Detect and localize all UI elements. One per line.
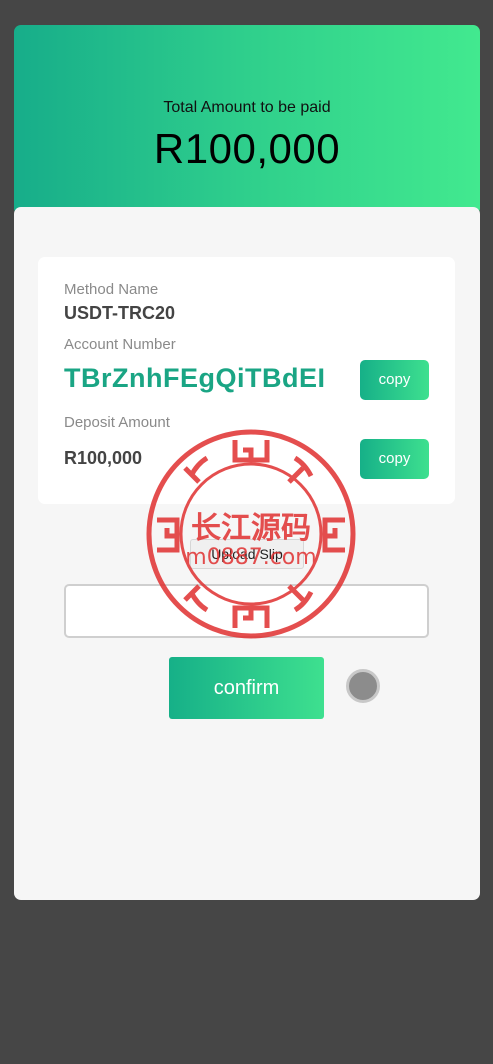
- account-number-label: Account Number: [64, 336, 176, 353]
- deposit-amount-value: R100,000: [64, 448, 143, 468]
- payment-panel: Method Name USDT-TRC20 Account Number TB…: [14, 207, 480, 900]
- payment-info-card: Method Name USDT-TRC20 Account Number TB…: [38, 257, 455, 504]
- status-indicator: [346, 669, 380, 703]
- slip-input-field[interactable]: [64, 584, 429, 638]
- method-name-label: Method Name: [64, 281, 159, 298]
- total-amount-card: Total Amount to be paid R100,000: [14, 25, 480, 215]
- total-amount-label: Total Amount to be paid: [163, 99, 331, 116]
- upload-slip-button[interactable]: Upload Slip: [190, 539, 304, 569]
- deposit-amount-label: Deposit Amount: [64, 414, 170, 431]
- copy-amount-button[interactable]: copy: [360, 439, 429, 479]
- total-amount-value: R100,000: [153, 125, 341, 172]
- confirm-button[interactable]: confirm: [169, 657, 324, 719]
- method-name-value: USDT-TRC20: [64, 303, 176, 323]
- account-number-value: TBrZnhFEgQiTBdEI: [64, 363, 326, 393]
- copy-account-button[interactable]: copy: [360, 360, 429, 400]
